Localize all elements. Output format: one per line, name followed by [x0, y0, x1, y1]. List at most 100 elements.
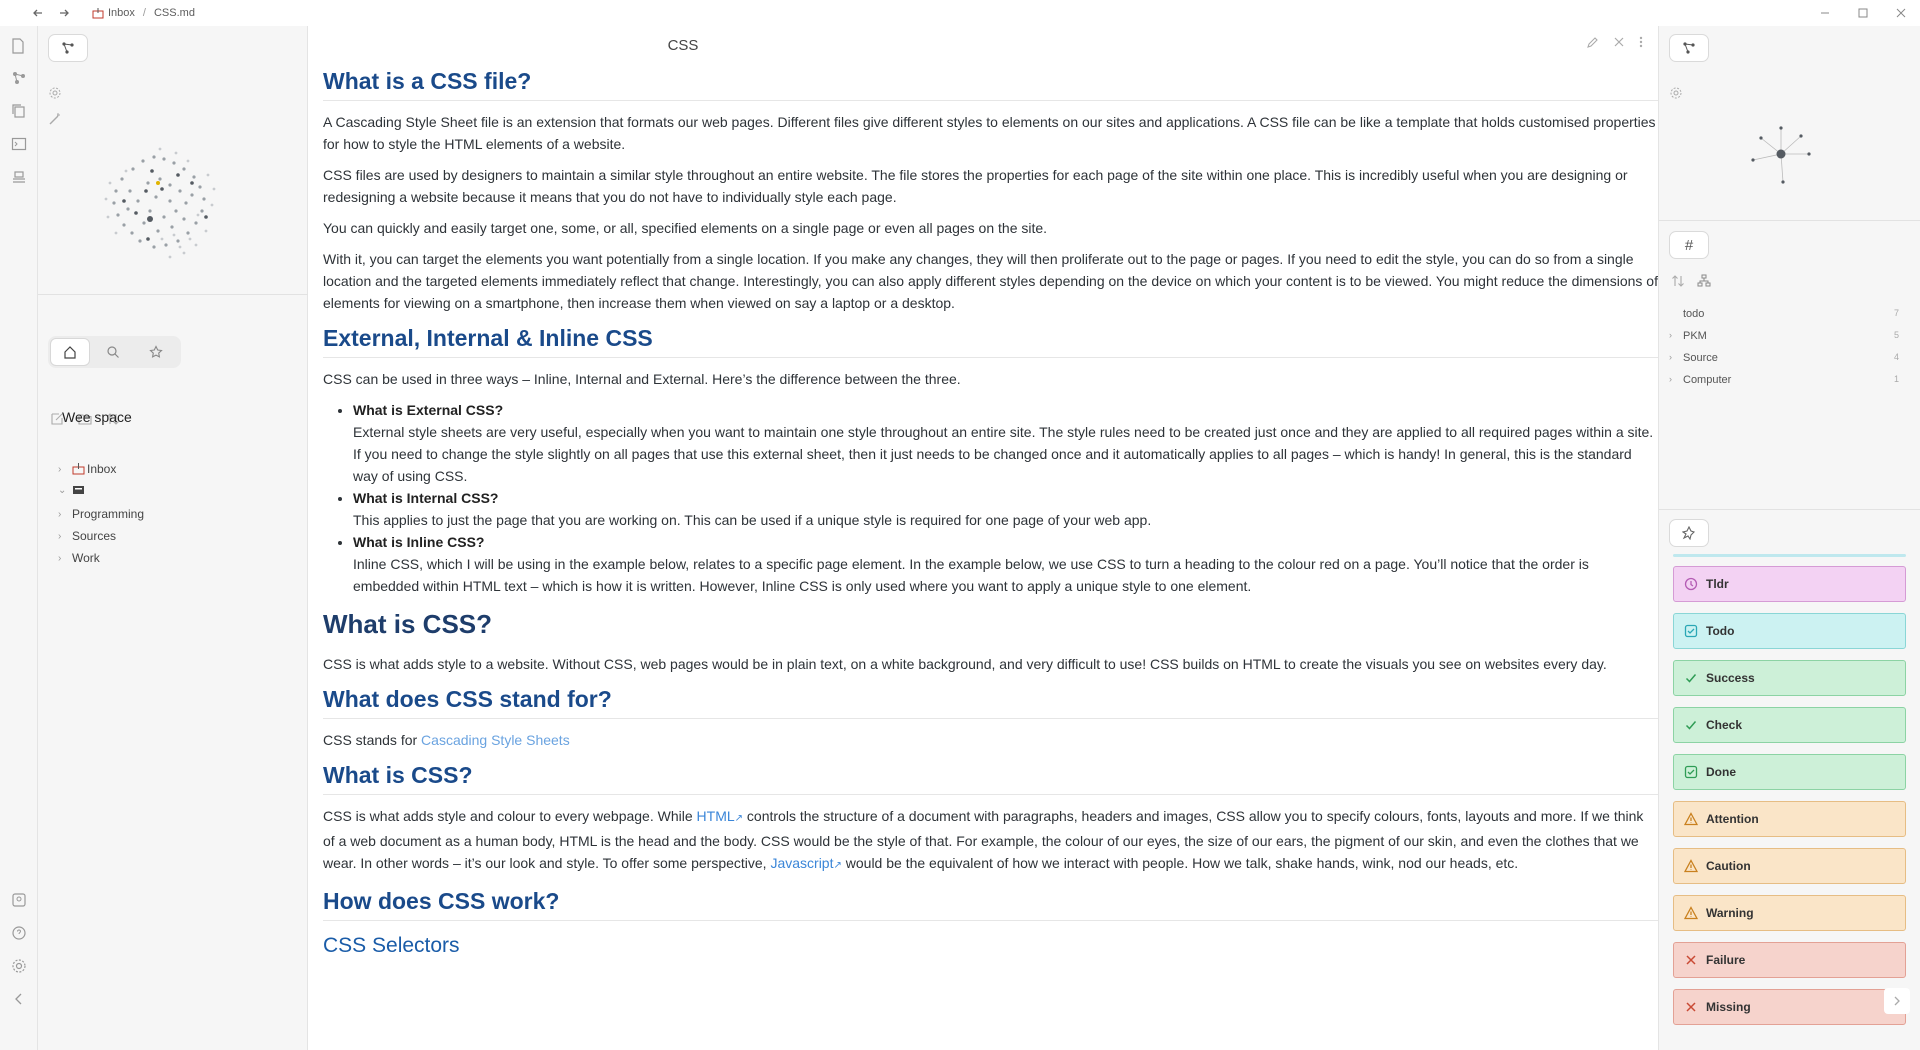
chevron-right-icon: › — [1669, 352, 1672, 362]
callout-warning[interactable]: Warning — [1673, 895, 1906, 931]
folder-programming[interactable]: › Programming — [58, 507, 144, 521]
tag-item-source[interactable]: › Source 4 — [1669, 352, 1899, 364]
magic-wand-icon[interactable] — [48, 112, 62, 126]
paragraph: A Cascading Style Sheet file is an exten… — [323, 114, 1656, 152]
folder-sources[interactable]: › Sources — [58, 529, 116, 543]
vault-profile-icon[interactable] — [11, 892, 27, 908]
inbox-icon — [92, 7, 104, 19]
callout-todo[interactable]: Todo — [1673, 613, 1906, 649]
folder-archive[interactable]: ⌄ — [58, 484, 85, 496]
tab-bookmarks[interactable] — [136, 338, 176, 366]
minimize-button[interactable] — [1806, 0, 1844, 26]
tag-count: 7 — [1893, 308, 1899, 318]
tag-label: Source — [1683, 352, 1718, 364]
settings-gear-icon[interactable] — [11, 958, 27, 974]
tags-view-button[interactable]: # — [1669, 231, 1709, 259]
check-icon — [1684, 718, 1698, 732]
more-options-icon[interactable] — [1639, 36, 1643, 49]
callout-check[interactable]: Check — [1673, 707, 1906, 743]
tag-count: 4 — [1893, 352, 1899, 362]
graph-view-canvas[interactable] — [88, 131, 248, 281]
list-item: What is External CSS? External style she… — [353, 399, 1658, 487]
sort-icon[interactable] — [1671, 274, 1685, 288]
breadcrumb-separator: / — [142, 7, 146, 19]
callout-failure[interactable]: Failure — [1673, 942, 1906, 978]
tag-label: todo — [1683, 308, 1705, 320]
callout-missing[interactable]: Missing — [1673, 989, 1906, 1025]
collapse-sidebar-icon[interactable] — [11, 991, 27, 1007]
checkbox-icon — [1684, 765, 1698, 779]
local-graph-canvas[interactable] — [1741, 116, 1821, 188]
scroll-next-button[interactable] — [1884, 988, 1910, 1014]
paragraph: You can quickly and easily target one, s… — [323, 220, 1048, 236]
text-span: would be the equivalent of how we intera… — [841, 855, 1519, 871]
tag-item-todo[interactable]: todo 7 — [1669, 308, 1899, 320]
callout-done[interactable]: Done — [1673, 754, 1906, 790]
hierarchy-icon[interactable] — [1697, 274, 1711, 288]
heading: What does CSS stand for? — [323, 684, 1658, 719]
internal-link[interactable]: Cascading Style Sheets — [421, 732, 570, 748]
breadcrumb-file[interactable]: CSS.md — [154, 7, 195, 19]
graph-view-icon[interactable] — [11, 70, 27, 86]
edit-pencil-icon[interactable] — [1586, 36, 1599, 49]
close-window-button[interactable] — [1882, 0, 1920, 26]
tag-item-pkm[interactable]: › PKM 5 — [1669, 330, 1899, 342]
folder-label: Programming — [72, 507, 145, 521]
sidebar-tab-group — [48, 336, 181, 368]
text-span: CSS is what adds style and colour to eve… — [323, 808, 697, 824]
folder-work[interactable]: › Work — [58, 551, 100, 565]
chevron-right-icon: › — [58, 463, 62, 475]
paragraph: CSS is what adds style to a website. Wit… — [323, 656, 1607, 672]
tag-item-computer[interactable]: › Computer 1 — [1669, 374, 1899, 386]
close-icon[interactable] — [1613, 36, 1625, 49]
maximize-button[interactable] — [1844, 0, 1882, 26]
heading: How does CSS work? — [323, 886, 1658, 921]
left-ribbon — [0, 26, 38, 1050]
heading: What is CSS? — [323, 609, 493, 639]
callout-label: Failure — [1706, 953, 1746, 967]
breadcrumb-folder[interactable]: Inbox — [108, 7, 135, 19]
folder-label: Work — [72, 551, 100, 565]
callout-attention[interactable]: Attention — [1673, 801, 1906, 837]
list-item-text: External style sheets are very useful, e… — [353, 424, 1654, 484]
local-graph-button[interactable] — [1669, 34, 1709, 62]
title-bar: Inbox / CSS.md — [0, 0, 1920, 26]
paragraph: CSS stands for Cascading Style Sheets — [323, 729, 1658, 751]
callout-success[interactable]: Success — [1673, 660, 1906, 696]
paragraph: CSS is what adds style and colour to eve… — [323, 805, 1658, 877]
x-icon — [1684, 1000, 1698, 1014]
text-span: CSS stands for — [323, 732, 422, 748]
folder-inbox[interactable]: › Inbox — [58, 462, 116, 476]
warning-icon — [1684, 812, 1698, 826]
new-note-icon[interactable] — [11, 38, 27, 54]
note-content[interactable]: What is a CSS file? A Cascading Style Sh… — [323, 58, 1658, 975]
back-arrow-icon[interactable] — [32, 7, 44, 19]
external-link-javascript[interactable]: Javascript — [770, 855, 833, 871]
graph-settings-icon[interactable] — [1669, 86, 1683, 100]
paragraph: CSS can be used in three ways – Inline, … — [323, 371, 961, 387]
help-icon[interactable] — [11, 925, 27, 941]
external-link-icon: ↗ — [833, 860, 842, 871]
tab-search[interactable] — [93, 338, 133, 366]
local-graph-button[interactable] — [48, 34, 88, 62]
note-title[interactable]: CSS — [308, 37, 1058, 54]
list-item-title: What is External CSS? — [353, 402, 504, 418]
chevron-right-icon: › — [1669, 374, 1672, 384]
pin-callouts-button[interactable] — [1669, 519, 1709, 547]
external-link-html[interactable]: HTML — [697, 808, 735, 824]
callout-label: Missing — [1706, 1000, 1751, 1014]
warning-icon — [1684, 906, 1698, 920]
stack-icon[interactable] — [11, 169, 27, 185]
forward-arrow-icon[interactable] — [58, 7, 70, 19]
archive-box-icon — [72, 484, 85, 496]
callout-tldr[interactable]: Tldr — [1673, 566, 1906, 602]
vault-name[interactable]: Wee space — [62, 409, 132, 425]
check-icon — [1684, 671, 1698, 685]
callout-caution[interactable]: Caution — [1673, 848, 1906, 884]
graph-settings-icon[interactable] — [48, 86, 62, 100]
terminal-icon[interactable] — [11, 136, 27, 152]
copy-icon[interactable] — [11, 103, 27, 119]
tab-files[interactable] — [50, 338, 90, 366]
list-item-title: What is Internal CSS? — [353, 490, 499, 506]
